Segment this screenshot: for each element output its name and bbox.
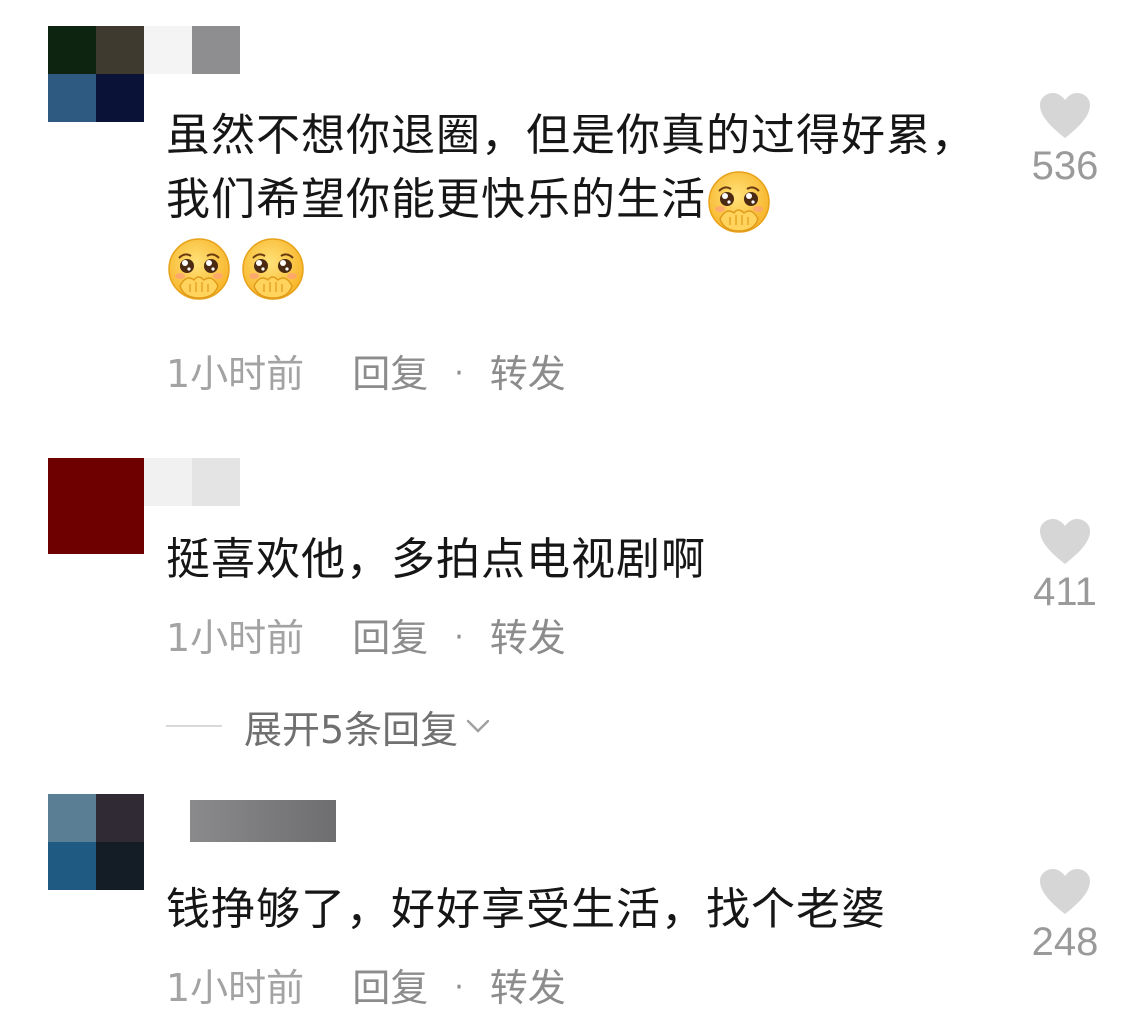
comment-time: 1小时前 <box>166 352 305 396</box>
reply-button[interactable]: 回复 <box>352 958 428 1018</box>
share-button[interactable]: 转发 <box>490 958 566 1018</box>
like-count: 248 <box>1031 920 1099 964</box>
username-redacted[interactable] <box>144 458 240 506</box>
chevron-down-icon <box>466 719 490 733</box>
pleading-face-emoji-icon <box>240 236 306 302</box>
comment-time: 1小时前 <box>166 966 305 1010</box>
heart-icon[interactable] <box>1039 868 1091 916</box>
avatar[interactable] <box>48 26 144 122</box>
avatar[interactable] <box>48 794 144 890</box>
like-control[interactable]: 248 <box>1015 868 1115 965</box>
share-button[interactable]: 转发 <box>490 344 566 404</box>
expand-replies-button[interactable]: 展开5条回复 <box>166 696 492 756</box>
like-count: 411 <box>1033 570 1097 614</box>
reply-button[interactable]: 回复 <box>352 608 428 668</box>
pleading-face-emoji-icon <box>166 236 232 302</box>
comment-meta: 1小时前 回复 · 转发 <box>166 344 566 404</box>
like-control[interactable]: 411 <box>1015 518 1115 615</box>
comment-text: 虽然不想你退圈，但是你真的过得好累，我们希望你能更快乐的生活 <box>166 104 986 302</box>
username-redacted[interactable] <box>190 800 336 842</box>
comment-meta: 1小时前 回复 · 转发 <box>166 958 566 1018</box>
like-control[interactable]: 536 <box>1015 92 1115 189</box>
meta-separator: · <box>454 620 464 655</box>
reply-button[interactable]: 回复 <box>352 344 428 404</box>
divider-line <box>166 725 222 727</box>
username-redacted[interactable] <box>144 26 240 74</box>
comment-text: 挺喜欢他，多拍点电视剧啊 <box>166 534 706 585</box>
comment-text: 钱挣够了，好好享受生活，找个老婆 <box>166 884 886 935</box>
heart-icon[interactable] <box>1039 92 1091 140</box>
pleading-face-emoji-icon <box>706 169 772 235</box>
comment-text-content: 虽然不想你退圈，但是你真的过得好累，我们希望你能更快乐的生活 <box>166 110 976 225</box>
share-button[interactable]: 转发 <box>490 608 566 668</box>
expand-replies-label: 展开5条回复 <box>244 707 459 752</box>
meta-separator: · <box>454 970 464 1005</box>
like-count: 536 <box>1031 144 1099 188</box>
meta-separator: · <box>454 356 464 391</box>
heart-icon[interactable] <box>1039 518 1091 566</box>
avatar[interactable] <box>48 458 144 554</box>
comment-meta: 1小时前 回复 · 转发 <box>166 608 566 668</box>
comment-time: 1小时前 <box>166 616 305 660</box>
